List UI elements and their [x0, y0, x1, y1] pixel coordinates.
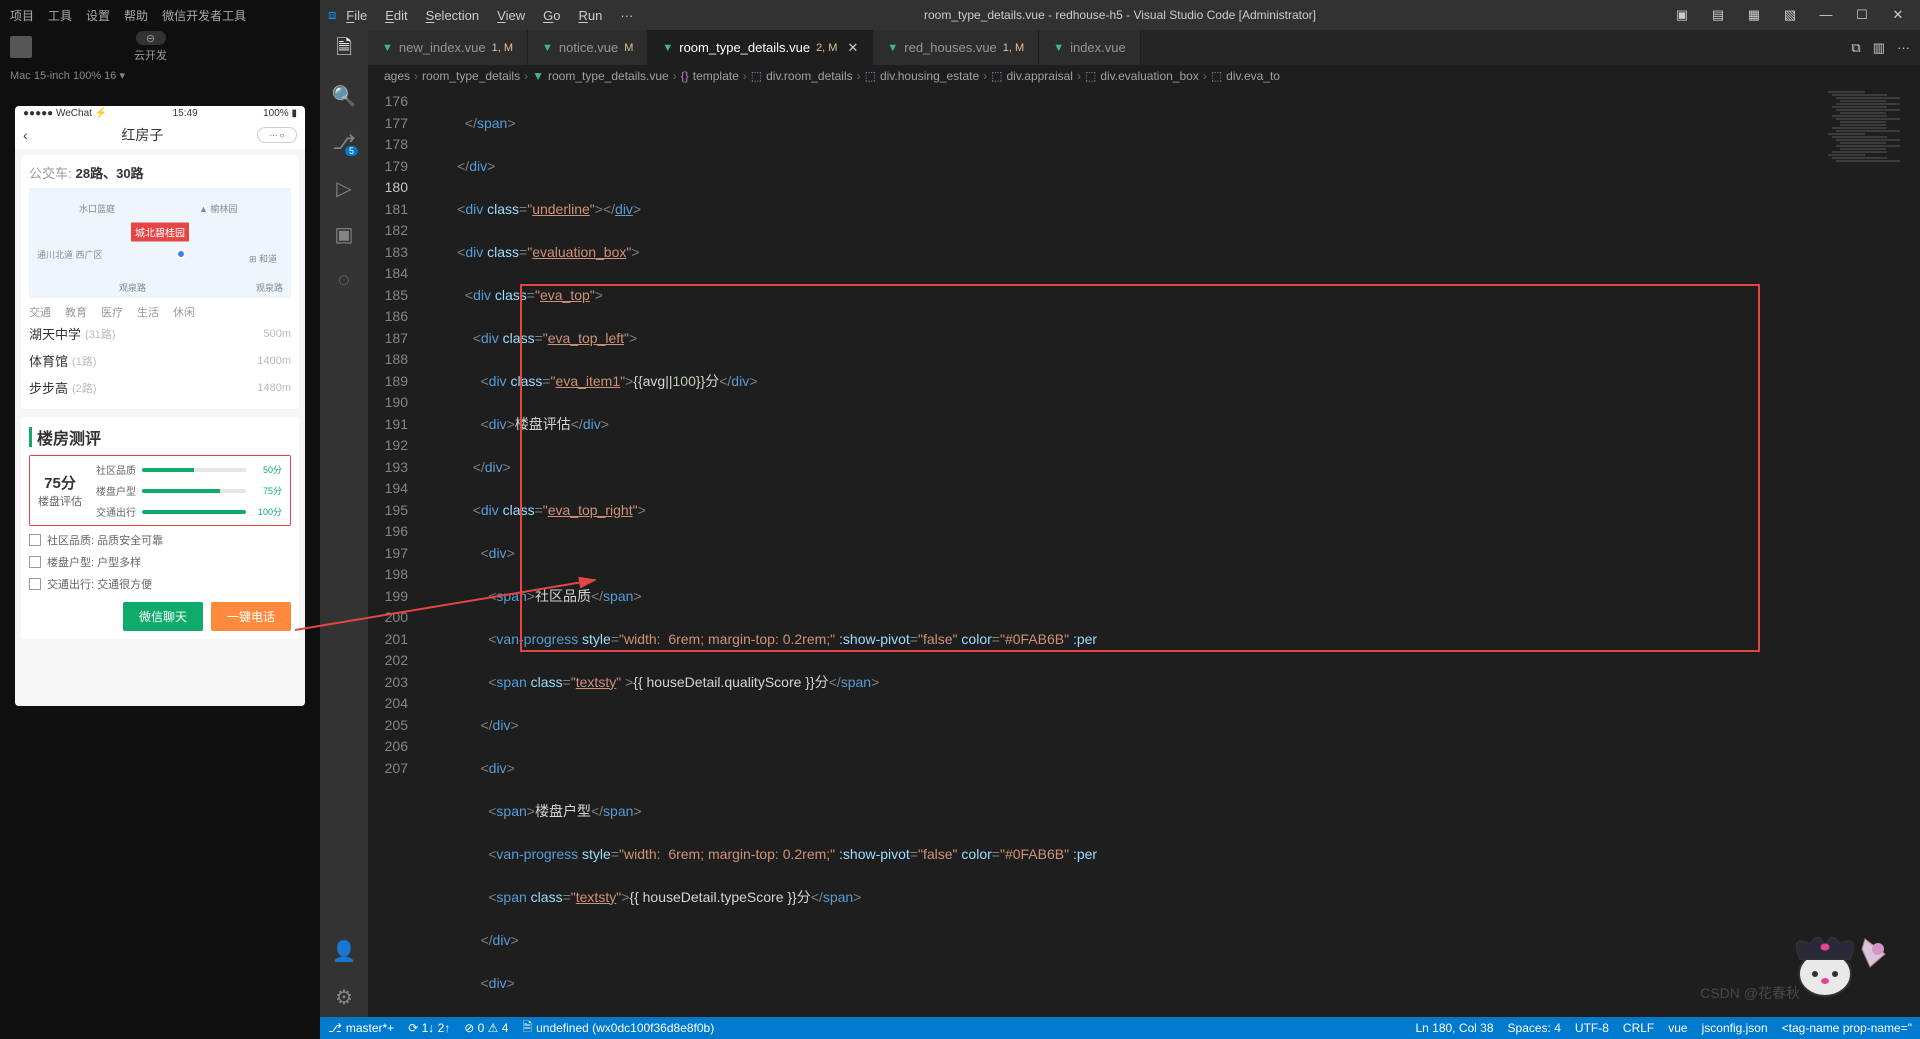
tab-notice[interactable]: ▼notice.vue M	[528, 30, 648, 65]
layout-icon[interactable]: ▣	[1668, 7, 1696, 23]
sb-eol[interactable]: CRLF	[1623, 1021, 1654, 1035]
account-icon[interactable]: 👤	[332, 939, 356, 963]
menu-file[interactable]: File	[338, 6, 375, 25]
scm-icon[interactable]: ⎇5	[332, 130, 356, 154]
map-location-dot	[176, 249, 186, 259]
code-content[interactable]: </span> </div> <div class="underline"></…	[422, 87, 1820, 1017]
menu-more[interactable]: ···	[612, 6, 641, 25]
layout-icon[interactable]: ▦	[1740, 7, 1768, 23]
split-icon[interactable]: ▥	[1873, 40, 1885, 56]
tab-index[interactable]: ▼index.vue	[1039, 30, 1141, 65]
extensions-icon[interactable]: ▣	[332, 222, 356, 246]
layout-icon[interactable]: ▧	[1776, 7, 1804, 23]
menu-selection[interactable]: Selection	[418, 6, 487, 25]
cat-traffic[interactable]: 交通	[29, 304, 51, 320]
status-bar: ⎇ master*+ ⟳ 1↓ 2↑ ⊘ 0 ⚠ 4 🗎 undefined (…	[320, 1017, 1920, 1039]
sb-position[interactable]: Ln 180, Col 38	[1415, 1021, 1493, 1035]
capsule-button[interactable]: ··· ○	[257, 127, 297, 143]
simulator-device: ●●●●● WeChat ⚡ 15:49 100% ▮ ‹ 红房子 ··· ○ …	[15, 106, 305, 706]
sb-spaces[interactable]: Spaces: 4	[1508, 1021, 1561, 1035]
cat-life[interactable]: 生活	[137, 304, 159, 320]
more-icon[interactable]: ···	[1897, 40, 1910, 55]
devtool-menu-wx[interactable]: 微信开发者工具	[162, 7, 246, 24]
search-icon[interactable]: 🔍	[332, 84, 356, 108]
activity-bar: 🗎 🔍 ⎇5 ▷ ▣ ◌ 👤 ⚙	[320, 30, 368, 1017]
poi-item: 湖天中学(31路)500m	[29, 320, 291, 347]
minimap[interactable]	[1820, 87, 1920, 1017]
sb-lang[interactable]: vue	[1668, 1021, 1687, 1035]
back-icon[interactable]: ‹	[23, 127, 28, 143]
poi-item: 步步高(2路)1480m	[29, 374, 291, 401]
sim-statusbar: ●●●●● WeChat ⚡ 15:49 100% ▮	[15, 106, 305, 121]
devtool-menu-help[interactable]: 帮助	[124, 7, 148, 24]
compare-icon[interactable]: ⧉	[1851, 40, 1860, 56]
cat-edu[interactable]: 教育	[65, 304, 87, 320]
line-gutter: 176177178179180 181182183184185 18618718…	[368, 87, 422, 1017]
sb-tag[interactable]: <tag-name prop-name="	[1782, 1021, 1912, 1035]
menu-edit[interactable]: Edit	[377, 6, 415, 25]
explorer-icon[interactable]: 🗎	[332, 38, 356, 62]
sb-problems[interactable]: ⊘ 0 ⚠ 4	[464, 1021, 508, 1035]
copilot-icon[interactable]: ◌	[332, 268, 356, 292]
evaluation-box: 75分 楼盘评估 社区品质50分 楼盘户型75分 交通出行100分	[29, 455, 291, 526]
menu-run[interactable]: Run	[570, 6, 610, 25]
devtool-menu-tool[interactable]: 工具	[48, 7, 72, 24]
sb-sync[interactable]: ⟳ 1↓ 2↑	[408, 1021, 450, 1035]
section-title: 楼房测评	[29, 425, 291, 449]
sim-navbar: ‹ 红房子 ··· ○	[15, 121, 305, 149]
sb-undefined[interactable]: 🗎 undefined (wx0dc100f36d8e8f0b)	[522, 1018, 714, 1039]
cloud-icon: ⊖	[146, 32, 155, 45]
avg-score: 75分	[38, 472, 82, 493]
devtool-menu-settings[interactable]: 设置	[86, 7, 110, 24]
menu-go[interactable]: Go	[535, 6, 568, 25]
debug-icon[interactable]: ▷	[332, 176, 356, 200]
category-tabs: 交通 教育 医疗 生活 休闲	[29, 304, 291, 320]
maximize-icon[interactable]: ☐	[1848, 7, 1876, 23]
code-editor[interactable]: 176177178179180 181182183184185 18618718…	[368, 87, 1920, 1017]
map-widget[interactable]: 城北碧桂园 水口蓝庭 ▲ 榆林园 通川北道 西广区 ⊞ 和道 观泉路 观泉路	[29, 188, 291, 298]
close-icon[interactable]: ✕	[1884, 7, 1912, 23]
layout-icon[interactable]: ▤	[1704, 7, 1732, 23]
simulator-panel: ●●●●● WeChat ⚡ 15:49 100% ▮ ‹ 红房子 ··· ○ …	[0, 86, 320, 1039]
devtool-menu-project[interactable]: 项目	[10, 7, 34, 24]
vscode-menubar: ⧈ File Edit Selection View Go Run ··· ro…	[320, 0, 1920, 30]
cat-leisure[interactable]: 休闲	[173, 304, 195, 320]
cat-med[interactable]: 医疗	[101, 304, 123, 320]
cloud-dev-button[interactable]: ⊖ 云开发	[134, 31, 167, 63]
sb-encoding[interactable]: UTF-8	[1575, 1021, 1609, 1035]
wechat-chat-button[interactable]: 微信聊天	[123, 602, 203, 631]
minimize-icon[interactable]: —	[1812, 7, 1840, 23]
sb-branch[interactable]: ⎇ master*+	[328, 1021, 394, 1035]
tab-room-type-details[interactable]: ▼room_type_details.vue 2, M✕	[648, 30, 873, 65]
sb-jsconfig[interactable]: jsconfig.json	[1702, 1021, 1768, 1035]
kuromi-sticker	[1770, 919, 1900, 1009]
editor-area: ▼new_index.vue 1, M ▼notice.vue M ▼room_…	[368, 30, 1920, 1017]
vscode-window: ⧈ File Edit Selection View Go Run ··· ro…	[320, 86, 1920, 1039]
menu-view[interactable]: View	[489, 6, 533, 25]
window-title: room_type_details.vue - redhouse-h5 - Vi…	[924, 8, 1316, 22]
breadcrumb[interactable]: ages› room_type_details› ▼ room_type_det…	[368, 65, 1920, 87]
avatar[interactable]	[10, 36, 32, 58]
tab-red-houses[interactable]: ▼red_houses.vue 1, M	[873, 30, 1039, 65]
vscode-logo-icon: ⧈	[328, 7, 336, 23]
tab-bar: ▼new_index.vue 1, M ▼notice.vue M ▼room_…	[368, 30, 1920, 65]
tab-new-index[interactable]: ▼new_index.vue 1, M	[368, 30, 528, 65]
page-title: 红房子	[121, 125, 163, 145]
call-button[interactable]: 一键电话	[211, 602, 291, 631]
settings-icon[interactable]: ⚙	[332, 985, 356, 1009]
close-icon[interactable]: ✕	[847, 40, 858, 56]
map-marker: 城北碧桂园	[131, 223, 189, 242]
poi-item: 体育馆(1路)1400m	[29, 347, 291, 374]
